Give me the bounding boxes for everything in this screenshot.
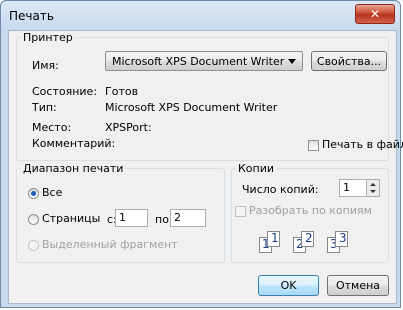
printer-name-label: Имя: (32, 59, 59, 72)
printer-name-select[interactable]: Microsoft XPS Document Writer (105, 51, 303, 71)
properties-button[interactable]: Свойства... (311, 51, 387, 71)
properties-button-label: Свойства... (316, 54, 382, 68)
range-selection-label[interactable]: Выделенный фрагмент (42, 238, 178, 251)
range-all-label[interactable]: Все (42, 186, 62, 199)
cancel-button[interactable]: Отмена (327, 275, 389, 296)
range-selection-radio[interactable] (28, 240, 39, 251)
print-to-file-checkbox[interactable] (308, 140, 319, 151)
range-from-input[interactable]: 1 (115, 209, 148, 227)
collate-page-number: 1 (271, 231, 279, 245)
range-pages-label[interactable]: Страницы (42, 212, 100, 225)
status-value: Готов (105, 85, 139, 98)
copies-count-label: Число копий: (242, 183, 319, 196)
ok-button[interactable]: OK (258, 275, 319, 296)
type-label: Тип: (32, 101, 57, 114)
chevron-down-icon (288, 59, 296, 64)
status-label: Состояние: (32, 85, 98, 98)
range-pages-radio[interactable] (28, 214, 39, 225)
close-button[interactable]: ✕ (355, 4, 395, 24)
where-label: Место: (32, 121, 72, 134)
range-all-radio[interactable] (28, 188, 39, 199)
copies-legend: Копии (238, 162, 275, 175)
dialog-client-area: Принтер Имя: Microsoft XPS Document Writ… (8, 30, 403, 304)
collate-checkbox[interactable] (235, 206, 246, 217)
cancel-button-label: Отмена (335, 279, 381, 292)
print-to-file-label[interactable]: Печать в файл (322, 138, 403, 151)
printer-group-legend: Принтер (23, 31, 73, 44)
spin-up-icon[interactable] (370, 183, 376, 186)
printer-name-value: Microsoft XPS Document Writer (112, 55, 285, 68)
dialog-title: Печать (9, 9, 54, 23)
title-bar[interactable]: Печать ✕ (1, 1, 400, 29)
comment-label: Комментарий: (32, 137, 116, 150)
print-dialog: Печать ✕ Принтер Имя: Microsoft XPS Docu… (0, 0, 403, 308)
collate-page-number: 2 (305, 231, 313, 245)
ok-button-label: OK (280, 279, 297, 292)
close-icon: ✕ (369, 7, 381, 21)
print-range-legend: Диапазон печати (23, 162, 124, 175)
collate-page-number: 3 (339, 231, 347, 245)
copies-count-input[interactable]: 1 (339, 179, 367, 197)
range-to-input[interactable]: 2 (170, 209, 206, 227)
copies-spinner[interactable] (366, 179, 380, 197)
spin-down-icon[interactable] (370, 190, 376, 193)
where-value: XPSPort: (105, 121, 152, 134)
type-value: Microsoft XPS Document Writer (105, 101, 278, 114)
collate-label[interactable]: Разобрать по копиям (249, 204, 372, 217)
